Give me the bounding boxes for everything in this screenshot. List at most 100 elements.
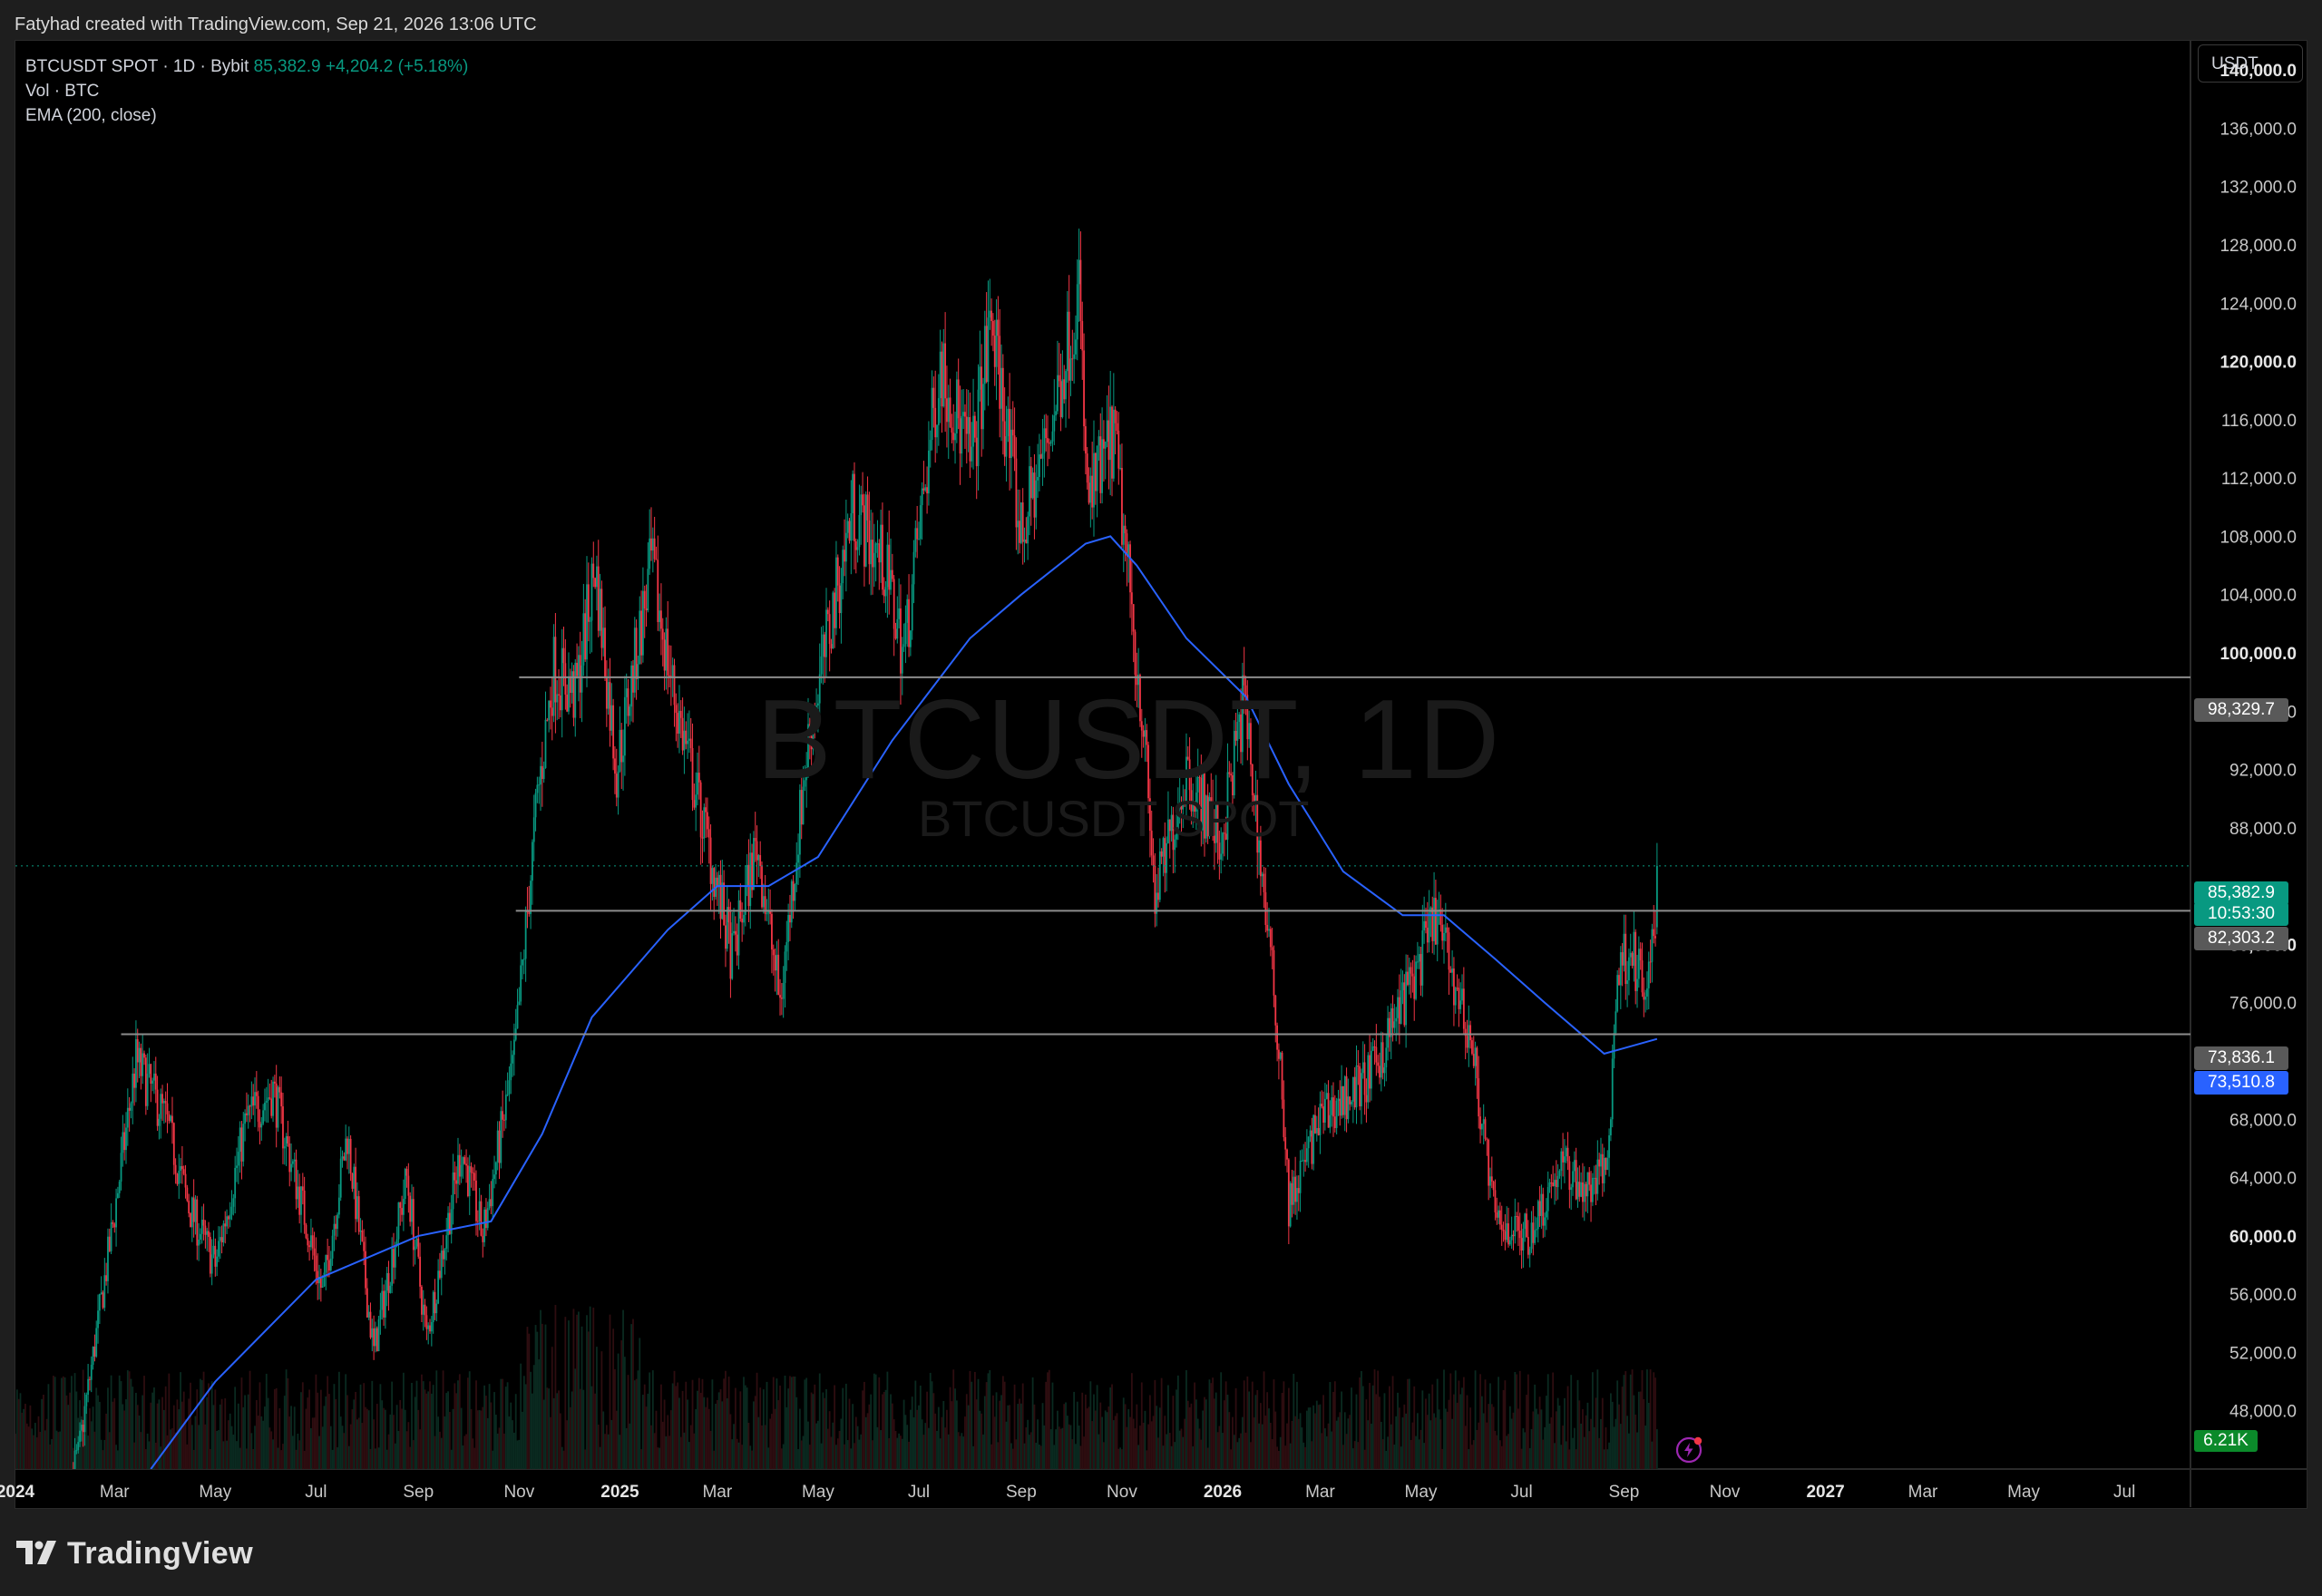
- candle-body: [1395, 1017, 1398, 1022]
- volume-bar: [1375, 1394, 1378, 1469]
- volume-bar: [485, 1396, 487, 1469]
- volume-bar: [105, 1413, 108, 1469]
- volume-bar: [1103, 1442, 1105, 1469]
- candle-body: [1057, 375, 1059, 412]
- volume-bar: [1144, 1410, 1146, 1469]
- volume-bar: [512, 1420, 513, 1469]
- volume-bar: [1517, 1408, 1519, 1469]
- volume-bar: [659, 1447, 661, 1469]
- candle-body: [824, 634, 826, 657]
- tradingview-logo[interactable]: TradingView: [16, 1535, 253, 1572]
- candle-body: [719, 874, 722, 920]
- candle-body: [216, 1256, 219, 1267]
- candle-body: [1469, 1025, 1472, 1041]
- candle-body: [928, 450, 930, 494]
- volume-bar: [647, 1393, 649, 1469]
- candle-body: [759, 854, 762, 867]
- candle-body: [872, 540, 873, 568]
- volume-bar: [952, 1369, 955, 1469]
- candle-body: [1532, 1222, 1535, 1243]
- candle-body: [590, 563, 593, 621]
- candle-body: [1284, 1136, 1287, 1150]
- candle-body: [345, 1138, 347, 1161]
- volume-bar: [982, 1434, 984, 1469]
- candle-body: [1053, 415, 1056, 432]
- volume-bar: [949, 1387, 951, 1469]
- volume-bar: [669, 1410, 672, 1469]
- volume-bar: [1093, 1394, 1095, 1469]
- candle-body: [1266, 925, 1269, 931]
- volume-bar: [1057, 1410, 1059, 1469]
- candle-body: [605, 677, 608, 709]
- volume-bar: [285, 1369, 288, 1469]
- volume-bar: [1439, 1419, 1442, 1469]
- candle-body: [838, 585, 841, 614]
- volume-bar: [848, 1398, 851, 1469]
- candle-body: [1116, 423, 1118, 432]
- volume-bar: [1178, 1430, 1181, 1469]
- candle-body: [270, 1098, 273, 1116]
- volume-bar: [689, 1425, 692, 1469]
- candle-body: [246, 1113, 248, 1115]
- volume-bar: [1005, 1421, 1008, 1469]
- volume-bar: [351, 1409, 354, 1469]
- symbol-info[interactable]: BTCUSDT SPOT · 1D · Bybit: [25, 57, 249, 76]
- candle-body: [1027, 516, 1029, 544]
- volume-bar: [1548, 1423, 1551, 1469]
- candle-body: [891, 569, 893, 579]
- volume-bar: [653, 1433, 656, 1469]
- volume-bar: [92, 1406, 94, 1469]
- symbol-legend-row[interactable]: BTCUSDT SPOT · 1D · Bybit 85,382.9 +4,20…: [25, 54, 468, 79]
- candle-body: [1449, 969, 1452, 973]
- candle-body: [884, 587, 887, 597]
- volume-bar: [661, 1421, 664, 1469]
- candle-body: [1114, 409, 1117, 423]
- candle-body: [90, 1364, 93, 1380]
- lightning-alert-icon[interactable]: [1674, 1435, 1703, 1465]
- volume-bar: [538, 1359, 541, 1469]
- volume-bar: [1335, 1420, 1338, 1469]
- candle-body: [1407, 971, 1409, 986]
- volume-bar: [353, 1399, 356, 1469]
- candle-body: [536, 784, 539, 793]
- candle-body: [643, 590, 646, 609]
- candle-body: [311, 1235, 314, 1249]
- volume-bar: [550, 1416, 551, 1469]
- volume-bar: [275, 1387, 278, 1469]
- candle-body: [136, 1038, 139, 1063]
- volume-bar: [705, 1406, 707, 1469]
- currency-unit-button[interactable]: USDT: [2198, 44, 2303, 83]
- candle-body: [229, 1214, 231, 1220]
- volume-bar: [1157, 1437, 1159, 1469]
- volume-bar: [1019, 1398, 1020, 1469]
- volume-bar: [1441, 1448, 1444, 1469]
- candle-body: [194, 1199, 197, 1222]
- candle-body: [267, 1097, 269, 1101]
- candle-body: [921, 488, 923, 506]
- volume-bar: [1086, 1408, 1088, 1469]
- volume-legend[interactable]: Vol · BTC: [25, 79, 468, 103]
- volume-bar: [1542, 1439, 1545, 1469]
- candle-body: [295, 1159, 298, 1200]
- volume-bar: [222, 1441, 225, 1469]
- volume-bar: [572, 1309, 575, 1469]
- volume-bar: [1048, 1369, 1050, 1469]
- candle-body: [247, 1105, 249, 1115]
- volume-bar: [151, 1392, 154, 1469]
- candle-body: [900, 608, 902, 674]
- volume-bar: [860, 1434, 863, 1469]
- candle-body: [1486, 1138, 1488, 1140]
- candle-body: [363, 1241, 366, 1251]
- candle-body: [673, 665, 676, 706]
- candle-body: [254, 1092, 256, 1106]
- ema-legend[interactable]: EMA (200, close): [25, 103, 468, 128]
- candle-body: [1315, 1127, 1318, 1134]
- volume-bar: [1546, 1374, 1549, 1469]
- candle-body: [1418, 954, 1420, 962]
- volume-bar: [679, 1436, 682, 1469]
- volume-bar: [1479, 1374, 1481, 1469]
- volume-bar: [1283, 1381, 1285, 1469]
- candle-body: [1351, 1076, 1354, 1102]
- volume-bar: [1355, 1394, 1358, 1469]
- candle-body: [1367, 1055, 1370, 1103]
